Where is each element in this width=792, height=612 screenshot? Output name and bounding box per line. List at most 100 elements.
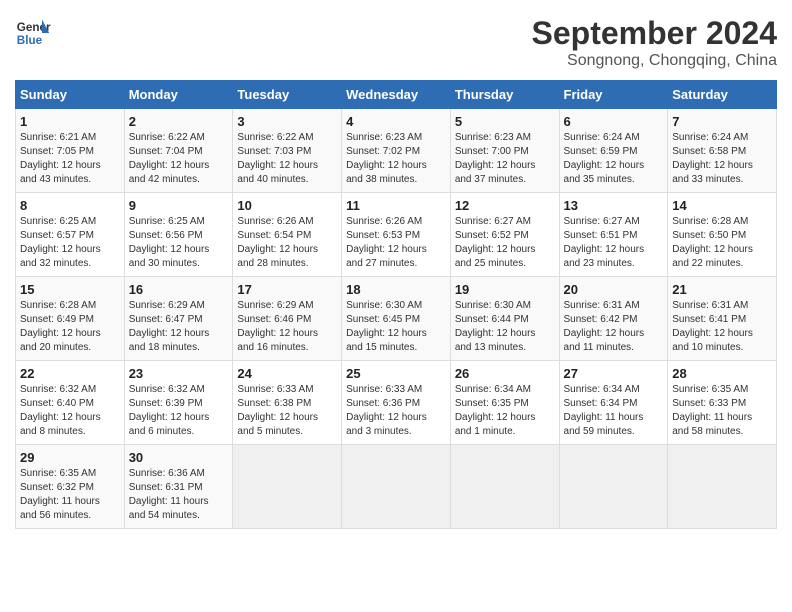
day-number: 1 [20, 114, 120, 129]
calendar-cell: 30Sunrise: 6:36 AM Sunset: 6:31 PM Dayli… [124, 445, 233, 529]
calendar-cell: 1 Sunrise: 6:21 AM Sunset: 7:05 PM Daylig… [16, 109, 125, 193]
calendar-cell: 4 Sunrise: 6:23 AM Sunset: 7:02 PM Daylig… [342, 109, 451, 193]
day-number: 12 [455, 198, 555, 213]
calendar-header-friday: Friday [559, 81, 668, 109]
day-number: 9 [129, 198, 229, 213]
subtitle: Songnong, Chongqing, China [532, 52, 777, 70]
logo-icon: General Blue [15, 15, 51, 51]
day-info: Sunrise: 6:25 AM Sunset: 6:56 PM Dayligh… [129, 215, 229, 271]
day-info: Sunrise: 6:30 AM Sunset: 6:44 PM Dayligh… [455, 299, 555, 355]
calendar-cell: 7 Sunrise: 6:24 AM Sunset: 6:58 PM Daylig… [668, 109, 777, 193]
calendar-week-row: 29 Sunrise: 6:35 AM Sunset: 6:32 PM Dayli… [16, 445, 777, 529]
day-info: Sunrise: 6:34 AM Sunset: 6:34 PM Dayligh… [564, 383, 664, 439]
calendar-cell: 23Sunrise: 6:32 AM Sunset: 6:39 PM Dayli… [124, 361, 233, 445]
calendar-cell: 17 Sunrise: 6:29 AM Sunset: 6:46 PM Dayli… [233, 277, 342, 361]
calendar-cell: 12Sunrise: 6:27 AM Sunset: 6:52 PM Dayli… [450, 193, 559, 277]
day-number: 6 [564, 114, 664, 129]
calendar-header-sunday: Sunday [16, 81, 125, 109]
day-info: Sunrise: 6:26 AM Sunset: 6:53 PM Dayligh… [346, 215, 446, 271]
calendar-header-wednesday: Wednesday [342, 81, 451, 109]
calendar-cell: 24 Sunrise: 6:33 AM Sunset: 6:38 PM Dayli… [233, 361, 342, 445]
day-number: 25 [346, 366, 446, 381]
day-info: Sunrise: 6:35 AM Sunset: 6:32 PM Dayligh… [20, 467, 120, 523]
calendar-cell: 18Sunrise: 6:30 AM Sunset: 6:45 PM Dayli… [342, 277, 451, 361]
day-number: 22 [20, 366, 120, 381]
calendar-cell: 8 Sunrise: 6:25 AM Sunset: 6:57 PM Daylig… [16, 193, 125, 277]
calendar-cell: 25 Sunrise: 6:33 AM Sunset: 6:36 PM Dayli… [342, 361, 451, 445]
calendar-cell: 26 Sunrise: 6:34 AM Sunset: 6:35 PM Dayli… [450, 361, 559, 445]
day-number: 29 [20, 450, 120, 465]
calendar-header-monday: Monday [124, 81, 233, 109]
calendar-week-row: 1 Sunrise: 6:21 AM Sunset: 7:05 PM Daylig… [16, 109, 777, 193]
day-number: 21 [672, 282, 772, 297]
day-number: 15 [20, 282, 120, 297]
day-info: Sunrise: 6:29 AM Sunset: 6:47 PM Dayligh… [129, 299, 229, 355]
calendar-cell [450, 445, 559, 529]
calendar-cell: 11 Sunrise: 6:26 AM Sunset: 6:53 PM Dayli… [342, 193, 451, 277]
calendar-cell: 22 Sunrise: 6:32 AM Sunset: 6:40 PM Dayli… [16, 361, 125, 445]
calendar-cell: 27 Sunrise: 6:34 AM Sunset: 6:34 PM Dayli… [559, 361, 668, 445]
day-number: 23 [129, 366, 229, 381]
day-info: Sunrise: 6:22 AM Sunset: 7:04 PM Dayligh… [129, 131, 229, 187]
calendar-header-thursday: Thursday [450, 81, 559, 109]
calendar-week-row: 15 Sunrise: 6:28 AM Sunset: 6:49 PM Dayli… [16, 277, 777, 361]
calendar-cell: 19 Sunrise: 6:30 AM Sunset: 6:44 PM Dayli… [450, 277, 559, 361]
day-number: 17 [237, 282, 337, 297]
day-number: 20 [564, 282, 664, 297]
day-info: Sunrise: 6:23 AM Sunset: 7:00 PM Dayligh… [455, 131, 555, 187]
calendar-cell: 20Sunrise: 6:31 AM Sunset: 6:42 PM Dayli… [559, 277, 668, 361]
day-number: 24 [237, 366, 337, 381]
day-info: Sunrise: 6:32 AM Sunset: 6:40 PM Dayligh… [20, 383, 120, 439]
calendar-cell: 14Sunrise: 6:28 AM Sunset: 6:50 PM Dayli… [668, 193, 777, 277]
calendar-cell: 2 Sunrise: 6:22 AM Sunset: 7:04 PM Daylig… [124, 109, 233, 193]
day-info: Sunrise: 6:24 AM Sunset: 6:58 PM Dayligh… [672, 131, 772, 187]
day-info: Sunrise: 6:33 AM Sunset: 6:36 PM Dayligh… [346, 383, 446, 439]
main-title: September 2024 [532, 15, 777, 52]
day-number: 2 [129, 114, 229, 129]
page-header: General Blue September 2024 Songnong, Ch… [15, 15, 777, 70]
day-info: Sunrise: 6:35 AM Sunset: 6:33 PM Dayligh… [672, 383, 772, 439]
calendar-cell: 15 Sunrise: 6:28 AM Sunset: 6:49 PM Dayli… [16, 277, 125, 361]
calendar-cell [233, 445, 342, 529]
day-info: Sunrise: 6:22 AM Sunset: 7:03 PM Dayligh… [237, 131, 337, 187]
day-number: 7 [672, 114, 772, 129]
day-info: Sunrise: 6:25 AM Sunset: 6:57 PM Dayligh… [20, 215, 120, 271]
day-info: Sunrise: 6:28 AM Sunset: 6:50 PM Dayligh… [672, 215, 772, 271]
calendar-cell: 10 Sunrise: 6:26 AM Sunset: 6:54 PM Dayli… [233, 193, 342, 277]
day-info: Sunrise: 6:21 AM Sunset: 7:05 PM Dayligh… [20, 131, 120, 187]
day-info: Sunrise: 6:27 AM Sunset: 6:51 PM Dayligh… [564, 215, 664, 271]
calendar-cell [559, 445, 668, 529]
calendar-cell: 28 Sunrise: 6:35 AM Sunset: 6:33 PM Dayli… [668, 361, 777, 445]
day-number: 13 [564, 198, 664, 213]
calendar-cell [342, 445, 451, 529]
svg-text:Blue: Blue [17, 34, 43, 47]
day-info: Sunrise: 6:26 AM Sunset: 6:54 PM Dayligh… [237, 215, 337, 271]
day-number: 11 [346, 198, 446, 213]
day-number: 5 [455, 114, 555, 129]
day-number: 19 [455, 282, 555, 297]
day-info: Sunrise: 6:29 AM Sunset: 6:46 PM Dayligh… [237, 299, 337, 355]
calendar-week-row: 22 Sunrise: 6:32 AM Sunset: 6:40 PM Dayli… [16, 361, 777, 445]
day-number: 27 [564, 366, 664, 381]
day-info: Sunrise: 6:34 AM Sunset: 6:35 PM Dayligh… [455, 383, 555, 439]
calendar-header-saturday: Saturday [668, 81, 777, 109]
day-number: 28 [672, 366, 772, 381]
calendar-cell: 3 Sunrise: 6:22 AM Sunset: 7:03 PM Daylig… [233, 109, 342, 193]
day-number: 8 [20, 198, 120, 213]
calendar-cell: 9 Sunrise: 6:25 AM Sunset: 6:56 PM Daylig… [124, 193, 233, 277]
calendar-cell: 16Sunrise: 6:29 AM Sunset: 6:47 PM Dayli… [124, 277, 233, 361]
day-number: 4 [346, 114, 446, 129]
day-number: 3 [237, 114, 337, 129]
logo: General Blue [15, 15, 51, 51]
calendar-header-row: SundayMondayTuesdayWednesdayThursdayFrid… [16, 81, 777, 109]
day-number: 26 [455, 366, 555, 381]
title-block: September 2024 Songnong, Chongqing, Chin… [532, 15, 777, 70]
calendar-table: SundayMondayTuesdayWednesdayThursdayFrid… [15, 80, 777, 529]
day-info: Sunrise: 6:28 AM Sunset: 6:49 PM Dayligh… [20, 299, 120, 355]
day-info: Sunrise: 6:30 AM Sunset: 6:45 PM Dayligh… [346, 299, 446, 355]
calendar-week-row: 8 Sunrise: 6:25 AM Sunset: 6:57 PM Daylig… [16, 193, 777, 277]
calendar-cell: 13 Sunrise: 6:27 AM Sunset: 6:51 PM Dayli… [559, 193, 668, 277]
day-number: 10 [237, 198, 337, 213]
day-info: Sunrise: 6:33 AM Sunset: 6:38 PM Dayligh… [237, 383, 337, 439]
day-info: Sunrise: 6:23 AM Sunset: 7:02 PM Dayligh… [346, 131, 446, 187]
